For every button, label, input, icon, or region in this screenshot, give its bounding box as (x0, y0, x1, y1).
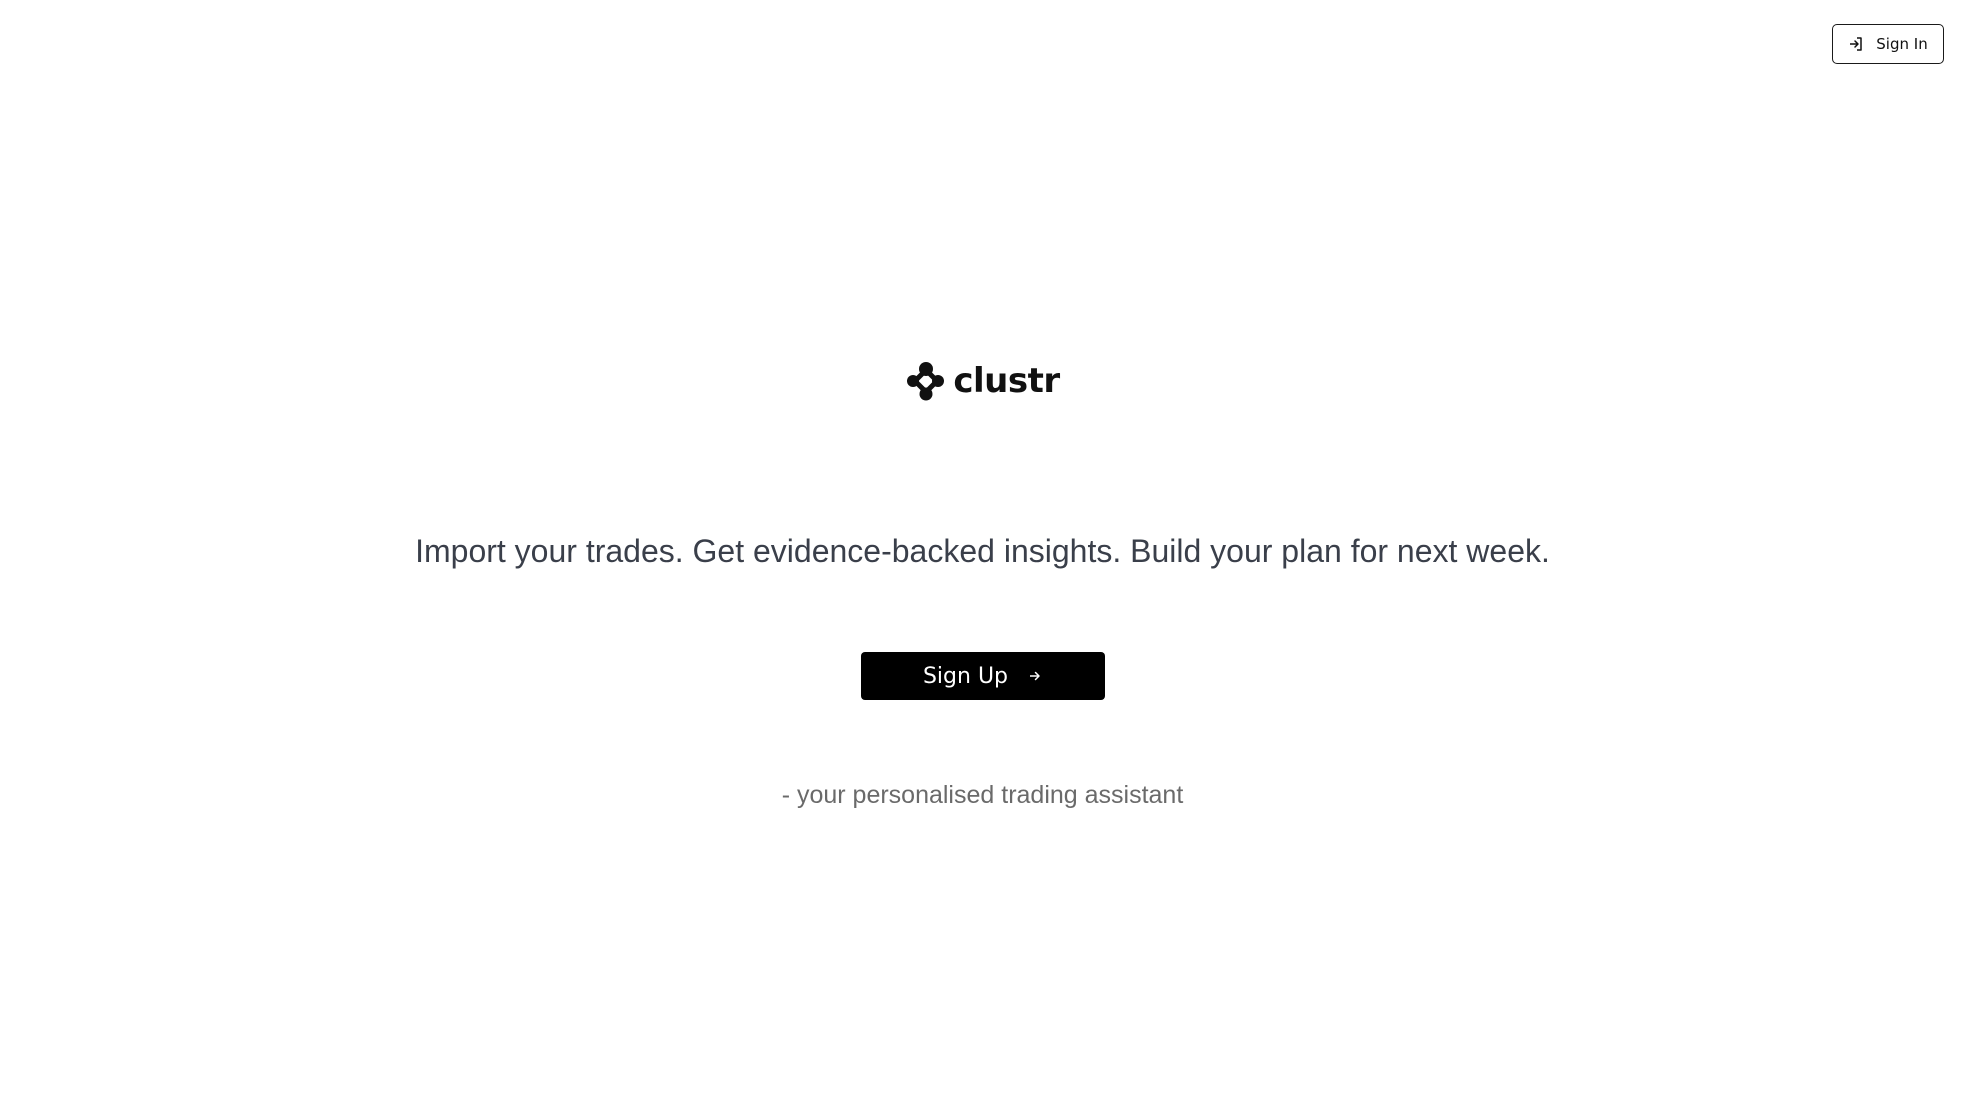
hero-tagline: Import your trades. Get evidence-backed … (415, 533, 1550, 569)
top-bar: Sign In (1832, 24, 1944, 64)
sign-in-button[interactable]: Sign In (1832, 24, 1944, 64)
brand-logo: clustr (0, 360, 1965, 402)
arrow-right-icon (1028, 669, 1042, 683)
sign-up-button[interactable]: Sign Up (860, 652, 1105, 700)
cluster-logo-icon (905, 360, 947, 402)
sign-in-label: Sign In (1876, 35, 1928, 53)
brand-name: clustr (953, 361, 1060, 401)
sign-up-label: Sign Up (922, 663, 1009, 689)
landing-page: Sign In clustr Import your trades. Get e… (0, 0, 1965, 1120)
hero-subtitle: - your personalised trading assistant (781, 781, 1184, 809)
sign-in-icon (1848, 36, 1864, 52)
sign-up-container: Sign Up (0, 652, 1965, 700)
